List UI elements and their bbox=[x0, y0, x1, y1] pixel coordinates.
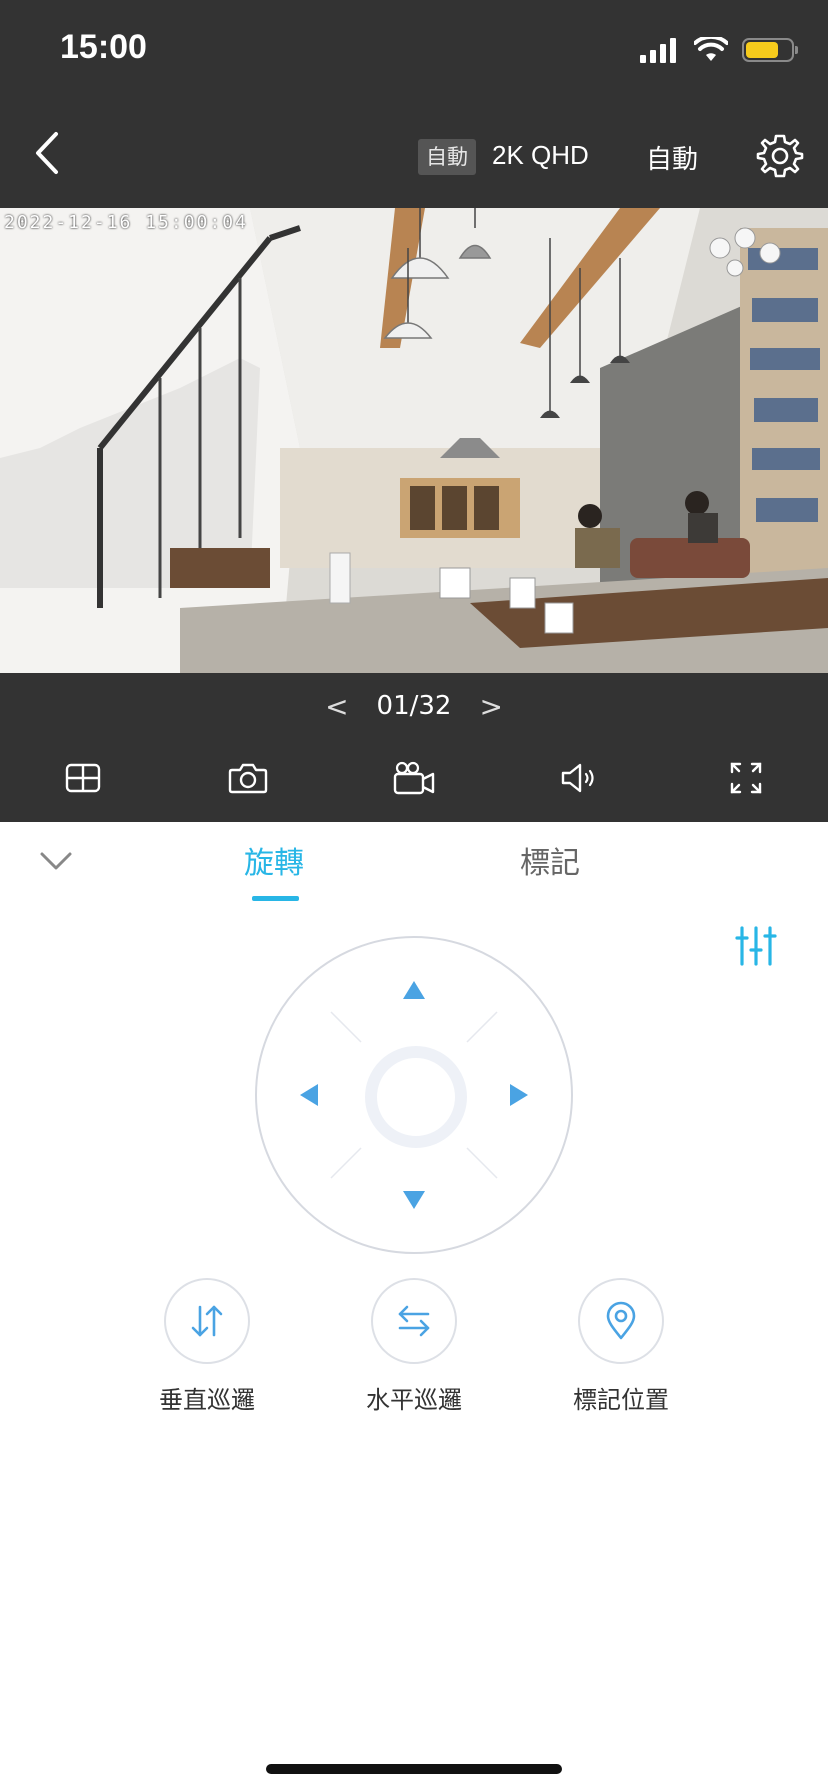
chevron-down-icon[interactable] bbox=[38, 846, 74, 876]
location-pin-icon bbox=[606, 1301, 636, 1340]
live-video-feed[interactable]: 2022-12-16 15:00:04 bbox=[0, 208, 828, 673]
mark-position-button[interactable] bbox=[578, 1278, 664, 1364]
status-time: 15:00 bbox=[60, 28, 147, 66]
cellular-signal-icon bbox=[640, 38, 676, 63]
video-timestamp: 2022-12-16 15:00:04 bbox=[4, 212, 248, 233]
wifi-icon bbox=[694, 37, 728, 61]
mark-position-action: 標記位置 bbox=[551, 1278, 691, 1415]
tab-mark[interactable]: 標記 bbox=[520, 838, 580, 882]
speaker-icon[interactable] bbox=[556, 754, 604, 802]
gear-icon[interactable] bbox=[756, 132, 804, 180]
video-toolbar bbox=[0, 754, 828, 802]
dpad-center-button[interactable] bbox=[365, 1046, 467, 1148]
quality-selector[interactable]: 2K QHD bbox=[492, 140, 589, 171]
vertical-patrol-icon bbox=[191, 1305, 223, 1337]
pan-tilt-dpad bbox=[255, 936, 573, 1254]
pager-label: 01/32 bbox=[376, 691, 452, 721]
arrow-up-icon[interactable] bbox=[402, 980, 426, 1000]
horizontal-patrol-action: 水平巡邏 bbox=[344, 1278, 484, 1415]
status-indicators bbox=[640, 32, 798, 68]
camera-icon[interactable] bbox=[224, 754, 272, 802]
horizontal-patrol-button[interactable] bbox=[371, 1278, 457, 1364]
back-button[interactable] bbox=[28, 128, 68, 178]
horizontal-patrol-icon bbox=[398, 1305, 430, 1337]
home-indicator[interactable] bbox=[266, 1764, 562, 1774]
video-frame-image bbox=[0, 208, 828, 673]
pager-prev-button[interactable]: < bbox=[325, 690, 348, 723]
vertical-patrol-label: 垂直巡邏 bbox=[159, 1386, 255, 1414]
arrow-down-icon[interactable] bbox=[402, 1190, 426, 1210]
fullscreen-icon[interactable] bbox=[722, 754, 770, 802]
pager-next-button[interactable]: > bbox=[479, 690, 502, 723]
battery-level bbox=[746, 42, 778, 58]
mode-selector[interactable]: 自動 bbox=[646, 139, 698, 176]
tab-rotate[interactable]: 旋轉 bbox=[244, 838, 304, 882]
sliders-icon[interactable] bbox=[734, 924, 778, 968]
vertical-patrol-button[interactable] bbox=[164, 1278, 250, 1364]
vertical-patrol-action: 垂直巡邏 bbox=[137, 1278, 277, 1415]
video-record-icon[interactable] bbox=[390, 754, 438, 802]
active-tab-indicator bbox=[252, 896, 299, 901]
arrow-left-icon[interactable] bbox=[299, 1083, 319, 1107]
grid-layout-icon[interactable] bbox=[59, 754, 107, 802]
auto-badge: 自動 bbox=[418, 139, 476, 175]
recording-pager: < 01/32 > bbox=[0, 686, 828, 726]
mark-position-label: 標記位置 bbox=[573, 1386, 669, 1414]
arrow-right-icon[interactable] bbox=[509, 1083, 529, 1107]
battery-icon bbox=[742, 38, 798, 62]
horizontal-patrol-label: 水平巡邏 bbox=[366, 1386, 462, 1414]
